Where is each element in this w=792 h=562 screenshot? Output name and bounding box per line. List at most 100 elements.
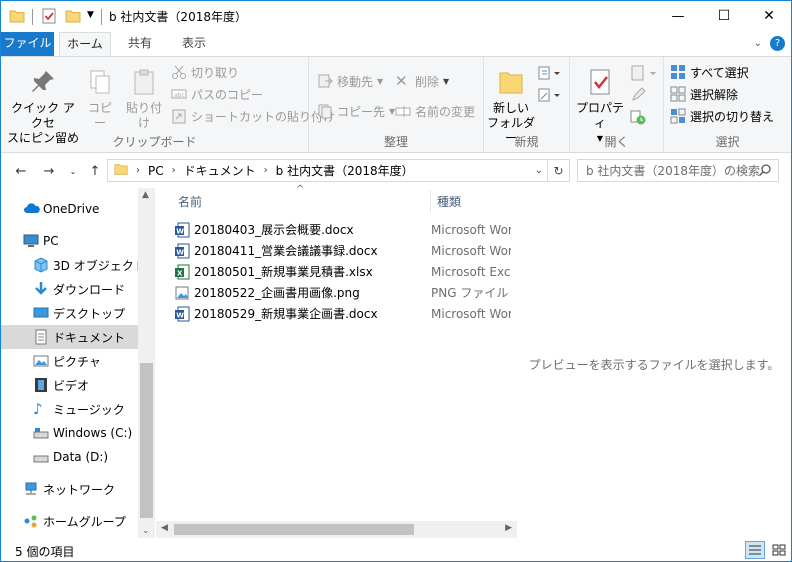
pictures-icon: [33, 353, 49, 369]
nav-item-3d-objects[interactable]: 3D オブジェクト: [1, 253, 146, 277]
ribbon-expand-icon[interactable]: ⌄: [754, 38, 762, 49]
cut-button[interactable]: 切り取り: [171, 62, 239, 82]
column-header-type[interactable]: 種類: [437, 188, 461, 214]
svg-text:W: W: [176, 227, 184, 235]
tab-share[interactable]: 共有: [115, 32, 165, 56]
nav-item-pc[interactable]: PC: [1, 229, 138, 253]
select-group-label: 選択: [715, 135, 740, 149]
back-button[interactable]: ←: [11, 162, 31, 180]
column-divider[interactable]: [430, 190, 431, 212]
crumb-documents[interactable]: ドキュメント: [184, 162, 256, 179]
properties-quick-icon[interactable]: [41, 8, 57, 26]
file-row[interactable]: W20180411_営業会議議事録.docx Microsoft Word: [174, 240, 517, 261]
refresh-button[interactable]: ↻: [548, 159, 570, 182]
navigation-scroll-thumb[interactable]: [140, 363, 153, 518]
invert-selection-button[interactable]: 選択の切り替え: [670, 106, 774, 126]
large-icons-view-icon[interactable]: [769, 541, 789, 559]
search-icon: [758, 163, 772, 180]
window-title: b 社内文書（2018年度）: [109, 10, 247, 24]
rename-icon: [395, 103, 411, 119]
customize-quick-access-icon[interactable]: ▼: [87, 10, 94, 28]
desktop-icon: [33, 305, 49, 321]
nav-item-homegroup[interactable]: ホームグループ: [1, 509, 138, 533]
scroll-right-icon[interactable]: ▶: [505, 523, 512, 533]
crumb-separator: ›: [263, 165, 268, 176]
delete-button[interactable]: ✕ 削除 ▼: [395, 71, 449, 91]
new-folder-icon: [499, 72, 523, 94]
help-icon[interactable]: ?: [770, 36, 785, 51]
file-row[interactable]: W20180529_新規事業企画書.docx Microsoft Word: [174, 303, 517, 324]
title-bar: ▼ b 社内文書（2018年度） — ☐ ✕: [1, 1, 791, 32]
up-button[interactable]: ↑: [85, 162, 105, 180]
move-to-button[interactable]: 移動先 ▼: [317, 71, 383, 91]
file-row[interactable]: X20180501_新規事業見積書.xlsx Microsoft Excel: [174, 261, 517, 282]
organize-group-label: 整理: [383, 135, 408, 149]
chevron-down-icon: ⌄: [69, 166, 77, 176]
copy-button[interactable]: コピー: [83, 67, 117, 131]
nav-item-onedrive[interactable]: OneDrive: [1, 197, 138, 221]
navigation-scrollbar[interactable]: ▲ ⌄: [138, 188, 155, 538]
tab-view[interactable]: 表示: [169, 32, 219, 56]
close-button[interactable]: ✕: [746, 1, 791, 31]
file-row[interactable]: 20180522_企画書用画像.png PNG ファイル: [174, 282, 517, 303]
open-group-label: 開く: [604, 135, 629, 149]
copy-to-button[interactable]: コピー先 ▼: [317, 101, 395, 121]
item-count: 5 個の項目: [15, 545, 75, 559]
edit-icon[interactable]: [630, 87, 646, 106]
address-row: ← → ⌄ ↑ › PC › ドキュメント › b 社内文書（2018年度） ⌄…: [1, 154, 791, 188]
nav-item-desktop[interactable]: デスクトップ: [1, 301, 138, 325]
scroll-up-icon[interactable]: ▲: [142, 190, 149, 200]
tab-home[interactable]: ホーム: [59, 32, 111, 56]
select-all-button[interactable]: すべて選択: [670, 62, 749, 82]
nav-item-pictures[interactable]: ピクチャ: [1, 349, 138, 373]
search-input[interactable]: b 社内文書（2018年度）の検索: [577, 159, 779, 182]
crumb-separator: ›: [171, 165, 176, 176]
nav-item-network[interactable]: ネットワーク: [1, 477, 138, 501]
file-list-scroll-thumb[interactable]: [174, 524, 414, 535]
select-none-button[interactable]: 選択解除: [670, 84, 738, 104]
new-group-label: 新規: [514, 135, 539, 149]
new-item-icon[interactable]: [538, 65, 562, 84]
crumb-current-folder[interactable]: b 社内文書（2018年度）: [276, 162, 414, 179]
crumb-pc[interactable]: PC: [148, 164, 164, 178]
scroll-down-icon[interactable]: ⌄: [142, 526, 150, 536]
explorer-window: ▼ b 社内文書（2018年度） — ☐ ✕ ファイル ホーム 共有 表示 ⌄ …: [0, 0, 792, 562]
download-arrow-icon: [33, 281, 49, 297]
paste-shortcut-icon: [171, 108, 187, 124]
details-view-icon[interactable]: [745, 541, 765, 559]
copy-path-button[interactable]: abc パスのコピー: [171, 84, 263, 104]
nav-item-documents[interactable]: ドキュメント: [1, 325, 138, 349]
crumb-separator: ›: [136, 165, 140, 176]
nav-item-videos[interactable]: ビデオ: [1, 373, 138, 397]
nav-item-data-d[interactable]: Data (D:): [1, 445, 138, 469]
copy-icon: [90, 70, 110, 94]
search-placeholder: b 社内文書（2018年度）の検索: [586, 164, 760, 178]
clipboard-group: クイック アクセ スにピン留め コピー 貼り付け 切り取り abc パスのコピー: [1, 57, 335, 153]
paste-button[interactable]: 貼り付け: [121, 67, 167, 131]
navigation-pane: OneDrive PC 3D オブジェクト ダウンロード デスクトップ ドキュメ…: [1, 188, 156, 538]
drive-icon: [33, 449, 49, 465]
new-group: 新しい フォルダー 新規: [484, 57, 570, 153]
address-dropdown-icon[interactable]: ⌄: [535, 165, 543, 176]
nav-item-downloads[interactable]: ダウンロード: [1, 277, 138, 301]
history-icon[interactable]: [630, 109, 646, 128]
file-list-scrollbar[interactable]: ◀ ▶: [156, 521, 517, 538]
forward-button[interactable]: →: [39, 162, 59, 180]
tab-file[interactable]: ファイル: [1, 32, 54, 56]
rename-button[interactable]: 名前の変更: [395, 101, 475, 121]
easy-access-icon[interactable]: [538, 87, 562, 106]
select-none-icon: [670, 86, 686, 102]
address-bar[interactable]: › PC › ドキュメント › b 社内文書（2018年度） ⌄: [107, 159, 548, 182]
open-icon[interactable]: [630, 65, 658, 84]
new-folder-quick-icon[interactable]: [65, 8, 81, 26]
maximize-button[interactable]: ☐: [701, 1, 747, 31]
minimize-button[interactable]: —: [655, 1, 701, 31]
scroll-left-icon[interactable]: ◀: [161, 523, 168, 533]
recent-locations-button[interactable]: ⌄: [63, 162, 83, 180]
column-header-name[interactable]: 名前: [178, 188, 202, 214]
nav-item-music[interactable]: ♪ ミュージック: [1, 397, 138, 421]
file-row[interactable]: W20180403_展示会概要.docx Microsoft Word: [174, 219, 517, 240]
svg-text:X: X: [177, 269, 183, 277]
music-note-icon: ♪: [33, 400, 43, 418]
nav-item-windows-c[interactable]: Windows (C:): [1, 421, 138, 445]
